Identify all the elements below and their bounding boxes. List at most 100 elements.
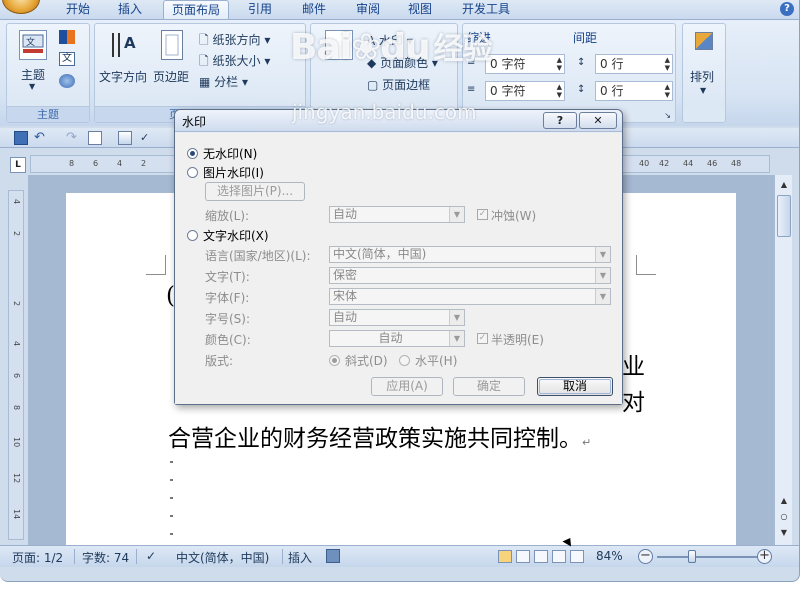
scrollbar-thumb[interactable] (777, 195, 791, 237)
horizontal-radio[interactable] (399, 355, 410, 366)
dialog-title-bar[interactable]: 水印 ? ✕ (175, 110, 622, 132)
spacing-after-input[interactable]: 0 行 ▲ ▼ (595, 81, 673, 101)
language-value: 中文(简体，中国) (333, 247, 427, 261)
ok-button[interactable]: 确定 (453, 377, 525, 396)
paragraph-dialog-launcher-icon[interactable]: ↘ (664, 111, 671, 120)
tab-page-layout[interactable]: 页面布局 (163, 0, 229, 19)
full-screen-reading-icon[interactable] (516, 550, 530, 563)
office-button[interactable] (2, 0, 40, 14)
spin-arrows-icon[interactable]: ▲ ▼ (557, 83, 562, 99)
tab-mailings[interactable]: 邮件 (292, 0, 336, 19)
web-layout-icon[interactable] (534, 550, 548, 563)
insert-mode[interactable]: 插入 (288, 549, 312, 566)
theme-fonts-icon[interactable]: 文 (59, 52, 75, 66)
dialog-help-button[interactable]: ? (543, 112, 577, 129)
paragraph-mark: ↵ (582, 436, 592, 449)
size-select[interactable]: 自动 ▼ (329, 309, 465, 326)
washout-checkbox[interactable]: ✓ (477, 209, 488, 220)
picture-watermark-label[interactable]: 图片水印(I) (203, 164, 264, 181)
diagonal-radio[interactable] (329, 355, 340, 366)
print-icon[interactable] (88, 131, 102, 145)
scroll-up-icon[interactable]: ▲ (776, 177, 792, 193)
tab-insert[interactable]: 插入 (108, 0, 152, 19)
spell-icon[interactable]: ✓ (140, 131, 154, 145)
draft-view-icon[interactable] (570, 550, 584, 563)
text-watermark-radio[interactable] (187, 230, 198, 241)
color-value: 自动 (378, 331, 403, 345)
text-select[interactable]: 保密 ▼ (329, 267, 611, 284)
macro-record-icon[interactable] (326, 549, 340, 563)
tab-developer[interactable]: 开发工具 (453, 0, 519, 19)
indent-right-input[interactable]: 0 字符 ▲ ▼ (485, 81, 565, 101)
arrange-dropdown-arrow[interactable]: ▼ (700, 86, 706, 95)
dropdown-arrow-icon[interactable]: ▼ (595, 289, 610, 304)
dropdown-arrow-icon[interactable]: ▼ (449, 310, 464, 325)
text-watermark-label[interactable]: 文字水印(X) (203, 227, 269, 244)
page-icon (325, 30, 353, 60)
spacing-before-input[interactable]: 0 行 ▲ ▼ (595, 54, 673, 74)
empty-line-mark (170, 479, 173, 481)
tab-review[interactable]: 审阅 (346, 0, 390, 19)
columns-button[interactable]: ▦ 分栏 ▾ (199, 73, 248, 90)
page-count[interactable]: 页面: 1/2 (12, 549, 63, 566)
preview-icon[interactable] (118, 131, 132, 145)
spin-arrows-icon[interactable]: ▲ ▼ (665, 83, 670, 99)
text-direction-button[interactable]: 文字方向 (99, 68, 147, 85)
vertical-scrollbar[interactable]: ▲ ▲ ○ ▼ (774, 175, 792, 545)
tab-view[interactable]: 视图 (398, 0, 442, 19)
apply-button[interactable]: 应用(A) (371, 377, 443, 396)
theme-dropdown-arrow[interactable]: ▼ (29, 82, 35, 91)
zoom-slider-thumb[interactable] (688, 550, 696, 563)
tab-selector[interactable]: L (10, 157, 26, 173)
next-page-icon[interactable]: ▼ (776, 525, 792, 541)
zoom-in-icon[interactable]: + (757, 549, 772, 564)
size-button[interactable]: 🗋 纸张大小 ▾ (199, 52, 270, 73)
tab-home[interactable]: 开始 (56, 0, 100, 19)
watermark-button[interactable]: A 水印 ▾ (367, 32, 413, 49)
dropdown-arrow-icon[interactable]: ▼ (449, 207, 464, 222)
language-status[interactable]: 中文(简体，中国) (176, 549, 269, 566)
theme-button[interactable]: 主题 (21, 66, 45, 83)
color-select[interactable]: 自动 ▼ (329, 330, 465, 347)
word-count[interactable]: 字数: 74 (82, 549, 129, 566)
save-icon[interactable] (14, 131, 28, 145)
arrange-button[interactable]: 排列 (690, 68, 714, 85)
redo-icon[interactable]: ↷ (66, 131, 80, 145)
select-picture-button[interactable]: 选择图片(P)... (205, 182, 305, 201)
dialog-close-button[interactable]: ✕ (579, 112, 617, 129)
prev-page-icon[interactable]: ▲ (776, 493, 792, 509)
select-browse-object-icon[interactable]: ○ (776, 509, 792, 525)
dropdown-arrow-icon[interactable]: ▼ (595, 247, 610, 262)
empty-line-mark (170, 533, 173, 535)
undo-icon[interactable]: ↶ (34, 131, 48, 145)
tab-references[interactable]: 引用 (238, 0, 282, 19)
vertical-ruler[interactable]: 4 2 2 4 6 8 10 12 14 (8, 190, 24, 540)
theme-effects-icon[interactable] (59, 74, 75, 88)
help-icon[interactable]: ? (780, 2, 794, 16)
dropdown-arrow-icon[interactable]: ▼ (595, 268, 610, 283)
scale-select[interactable]: 自动 ▼ (329, 206, 465, 223)
cancel-button[interactable]: 取消 (537, 377, 613, 396)
language-select[interactable]: 中文(简体，中国) ▼ (329, 246, 611, 263)
semitransparent-checkbox[interactable]: ✓ (477, 333, 488, 344)
page-border-button[interactable]: ▢ 页面边框 (367, 76, 430, 93)
zoom-slider-track[interactable] (657, 556, 757, 558)
zoom-out-icon[interactable]: − (638, 549, 653, 564)
picture-watermark-radio[interactable] (187, 167, 198, 178)
print-layout-view-icon[interactable] (498, 550, 512, 563)
dropdown-arrow-icon[interactable]: ▼ (449, 331, 464, 346)
no-watermark-label[interactable]: 无水印(N) (203, 145, 257, 162)
zoom-level[interactable]: 84% (596, 549, 623, 563)
margins-button[interactable]: 页边距 (153, 68, 189, 85)
indent-left-input[interactable]: 0 字符 ▲ ▼ (485, 54, 565, 74)
spin-arrows-icon[interactable]: ▲ ▼ (665, 56, 670, 72)
washout-label: 冲蚀(W) (491, 209, 537, 223)
outline-view-icon[interactable] (552, 550, 566, 563)
proofing-icon[interactable]: ✓ (146, 549, 156, 563)
spin-arrows-icon[interactable]: ▲ ▼ (557, 56, 562, 72)
orientation-button[interactable]: 🗋 纸张方向 ▾ (199, 31, 270, 52)
theme-colors-icon[interactable] (59, 30, 75, 44)
font-select[interactable]: 宋体 ▼ (329, 288, 611, 305)
no-watermark-radio[interactable] (187, 148, 198, 159)
page-color-button[interactable]: ◆ 页面颜色 ▾ (367, 54, 438, 71)
